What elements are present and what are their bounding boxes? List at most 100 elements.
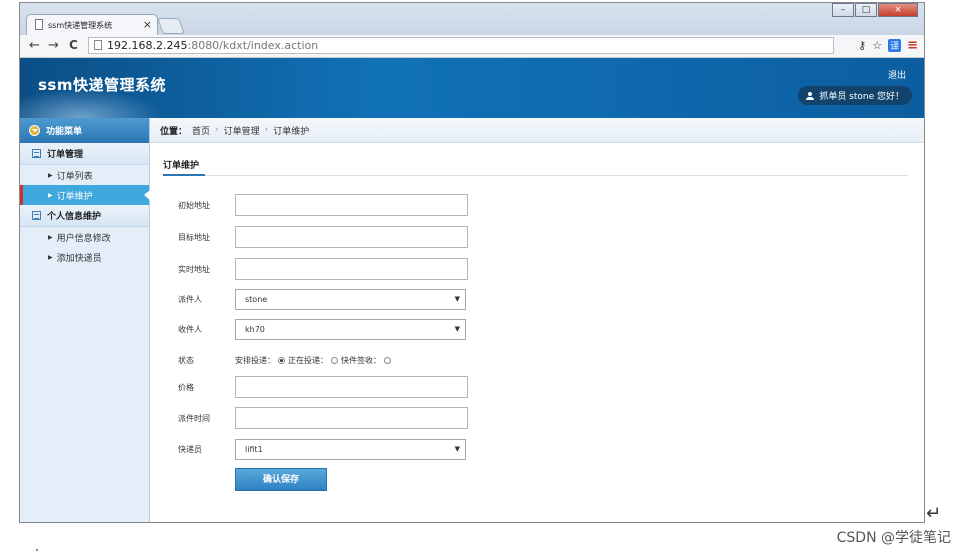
document-icon: [94, 40, 102, 50]
close-window-button[interactable]: ×: [878, 3, 918, 17]
current-address-label: 实时地址: [178, 264, 210, 274]
sidebar-group-personal-info[interactable]: 个人信息维护: [20, 205, 149, 227]
calendar-icon: [32, 211, 41, 220]
sidebar-item-label: 添加快递员: [56, 253, 102, 264]
user-icon: [806, 91, 815, 100]
browser-toolbar: ← → C 192.168.2.245:8080/kdxt/index.acti…: [20, 35, 924, 58]
sender-value: stone: [245, 295, 268, 304]
group-label: 个人信息维护: [47, 212, 102, 222]
status-radio-scheduled[interactable]: [278, 357, 285, 364]
translate-icon[interactable]: 译: [888, 39, 902, 52]
status-label: 状态: [178, 356, 194, 365]
sidebar-item-add-courier[interactable]: ▶ 添加快递员: [20, 247, 149, 267]
app-logo: ssm快递管理系统: [38, 76, 166, 94]
user-info: 抓单员 stone 您好！: [798, 86, 912, 105]
sidebar-item-label: 订单维护: [56, 191, 93, 202]
sidebar-item-label: 订单列表: [56, 171, 93, 182]
courier-select[interactable]: lifit1 ▼: [235, 439, 466, 460]
dropdown-arrow-icon: ▼: [454, 445, 460, 453]
sidebar-title: 功能菜单: [20, 118, 149, 143]
url-host: 192.168.2.245: [107, 39, 188, 52]
watermark: CSDN @学徒笔记: [836, 530, 951, 546]
stray-dot: [36, 549, 38, 551]
current-address-input[interactable]: [235, 258, 468, 280]
price-row: 价格: [178, 376, 468, 398]
courier-label: 快递员: [178, 445, 202, 454]
panel-divider: [163, 175, 908, 176]
triangle-right-icon: ▶: [48, 191, 53, 199]
sender-select[interactable]: stone ▼: [235, 289, 466, 310]
receiver-label: 收件人: [178, 325, 202, 334]
address-bar[interactable]: 192.168.2.245:8080/kdxt/index.action: [88, 37, 834, 54]
sidebar-item-edit-user[interactable]: ▶ 用户信息修改: [20, 227, 149, 247]
tab-close-icon[interactable]: ×: [143, 18, 152, 31]
breadcrumb-current: 订单维护: [273, 126, 310, 137]
dispatch-time-input[interactable]: [235, 407, 468, 429]
url-text: 192.168.2.245:8080/kdxt/index.action: [107, 39, 318, 52]
sender-label: 派件人: [178, 295, 202, 304]
target-address-row: 目标地址: [178, 226, 468, 248]
sidebar-item-order-list[interactable]: ▶ 订单列表: [20, 165, 149, 185]
triangle-right-icon: ▶: [48, 233, 53, 241]
toolbar-actions: ⚷ ☆ 译 ≡: [858, 38, 918, 53]
dropdown-arrow-icon: ▼: [454, 295, 460, 303]
user-greeting: 抓单员 stone 您好！: [819, 92, 904, 102]
sender-row: 派件人 stone ▼: [178, 289, 466, 310]
courier-value: lifit1: [245, 445, 263, 454]
app-header: ssm快递管理系统 退出 抓单员 stone 您好！: [20, 58, 924, 118]
main-content: 位置： 首页 › 订单管理 › 订单维护 订单维护 初始地址 目标地址 实时地址: [150, 118, 924, 522]
start-address-input[interactable]: [235, 194, 468, 216]
breadcrumb: 位置： 首页 › 订单管理 › 订单维护: [150, 118, 924, 143]
bookmark-star-icon[interactable]: ☆: [872, 39, 882, 52]
target-address-label: 目标地址: [178, 232, 210, 242]
breadcrumb-order-management[interactable]: 订单管理: [224, 124, 260, 137]
start-address-label: 初始地址: [178, 200, 210, 210]
window-controls: – □ ×: [831, 3, 918, 19]
reload-icon[interactable]: C: [69, 38, 78, 52]
back-arrow-icon[interactable]: ←: [29, 38, 40, 53]
status-option-label: 安排投递：: [235, 356, 275, 365]
dropdown-arrow-icon: ▼: [454, 325, 460, 333]
sidebar-item-label: 用户信息修改: [56, 233, 111, 244]
receiver-select[interactable]: kh70 ▼: [235, 319, 466, 340]
price-label: 价格: [178, 382, 194, 392]
minimize-button[interactable]: –: [832, 3, 854, 17]
sidebar-item-order-maintenance[interactable]: ▶ 订单维护: [20, 185, 150, 205]
start-address-row: 初始地址: [178, 194, 468, 216]
maximize-button[interactable]: □: [855, 3, 877, 17]
dispatch-time-label: 派件时间: [178, 413, 210, 423]
dispatch-time-row: 派件时间: [178, 407, 468, 429]
courier-row: 快递员 lifit1 ▼: [178, 439, 466, 460]
target-address-input[interactable]: [235, 226, 468, 248]
status-option-label: 快件签收：: [341, 356, 381, 365]
status-option-label: 正在投递：: [288, 356, 328, 365]
page-icon: [35, 19, 43, 30]
current-address-row: 实时地址: [178, 258, 468, 280]
receiver-row: 收件人 kh70 ▼: [178, 319, 466, 340]
status-radio-delivering[interactable]: [331, 357, 338, 364]
forward-arrow-icon[interactable]: →: [48, 38, 59, 53]
breadcrumb-prefix: 位置：: [160, 126, 188, 137]
breadcrumb-home[interactable]: 首页: [192, 124, 210, 137]
menu-icon[interactable]: ≡: [907, 38, 918, 53]
status-radio-signed[interactable]: [384, 357, 391, 364]
url-path: :8080/kdxt/index.action: [187, 39, 319, 52]
receiver-value: kh70: [245, 325, 265, 334]
app: ssm快递管理系统 退出 抓单员 stone 您好！ 功能菜单 订单管理 ▶ 订…: [20, 58, 924, 522]
sidebar: 功能菜单 订单管理 ▶ 订单列表 ▶ 订单维护 个人信息维护 ▶ 用户信息修改: [20, 118, 150, 522]
save-button[interactable]: 确认保存: [235, 468, 327, 491]
price-input[interactable]: [235, 376, 468, 398]
panel-title-underline: [163, 174, 205, 176]
triangle-right-icon: ▶: [48, 171, 53, 179]
triangle-right-icon: ▶: [48, 253, 53, 261]
menu-coin-icon: [29, 125, 40, 136]
browser-titlebar: ssm快递管理系统 × – □ ×: [20, 3, 924, 35]
sidebar-group-order-management[interactable]: 订单管理: [20, 143, 149, 165]
new-tab-button[interactable]: [157, 18, 185, 34]
key-icon[interactable]: ⚷: [858, 39, 866, 52]
browser-tab[interactable]: ssm快递管理系统 ×: [26, 14, 158, 35]
breadcrumb-separator: ›: [264, 125, 269, 135]
logout-link[interactable]: 退出: [888, 68, 906, 81]
sidebar-title-label: 功能菜单: [46, 127, 83, 137]
browser-window: ssm快递管理系统 × – □ × ← → C 192.168.2.245:80…: [19, 2, 925, 523]
